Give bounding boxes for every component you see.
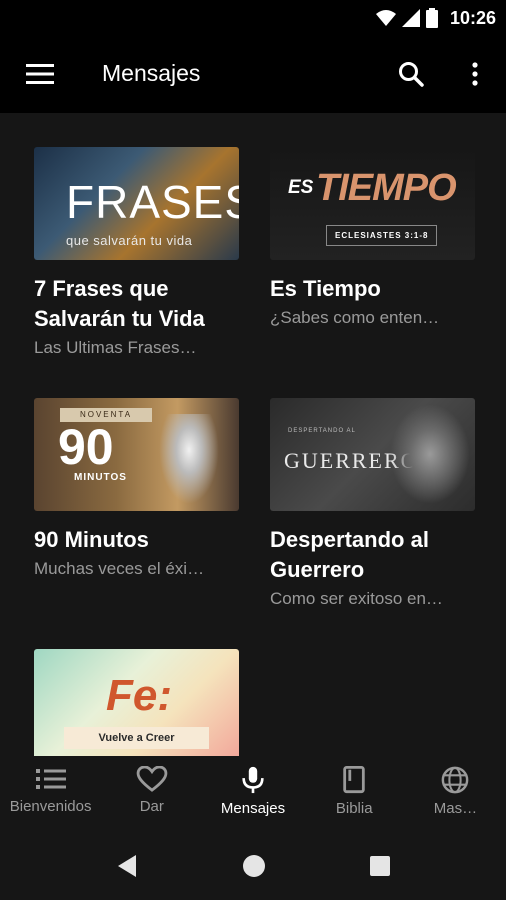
thumbnail-subtitle: Vuelve a Creer (64, 727, 209, 749)
message-card[interactable]: ES TIEMPO ECLESIASTES 3:1-8 Es Tiempo ¿S… (270, 147, 475, 330)
message-card[interactable]: FRASES que salvarán tu vida 7 Frases que… (34, 147, 239, 360)
message-title: Es Tiempo (270, 276, 381, 301)
message-card[interactable]: Fe: Vuelve a Creer (34, 649, 239, 756)
search-icon[interactable] (397, 60, 425, 88)
message-thumbnail: FRASES que salvarán tu vida (34, 147, 239, 260)
message-title: Despertando al Guerrero (270, 527, 429, 582)
message-thumbnail: Fe: Vuelve a Creer (34, 649, 239, 756)
home-icon[interactable] (242, 854, 266, 878)
message-thumbnail: DESPERTANDO AL GUERRERO (270, 398, 475, 511)
nav-label: Bienvenidos (9, 798, 92, 815)
signal-icon (401, 9, 420, 27)
message-title: 7 Frases que Salvarán tu Vida (34, 276, 205, 331)
nav-dar[interactable]: Dar (101, 756, 202, 828)
thumbnail-title: FRASES (66, 176, 239, 228)
nav-bienvenidos[interactable]: Bienvenidos (0, 756, 101, 828)
message-thumbnail: NOVENTA 90 MINUTOS (34, 398, 239, 511)
thumbnail-title: TIEMPO (316, 167, 457, 209)
book-icon (343, 766, 365, 794)
menu-icon[interactable] (26, 62, 54, 86)
system-navigation (0, 828, 506, 900)
thumbnail-subtitle: MINUTOS (74, 472, 127, 483)
nav-label: Dar (139, 798, 164, 815)
recents-icon[interactable] (369, 854, 391, 878)
message-subtitle: Como ser exitoso en… (270, 589, 443, 608)
clock: 10:26 (449, 7, 496, 28)
message-title: 90 Minutos (34, 527, 149, 552)
nav-biblia[interactable]: Biblia (304, 756, 405, 828)
nav-mas[interactable]: Mas… (405, 756, 506, 828)
microphone-icon (242, 766, 264, 794)
list-icon (35, 769, 66, 789)
soccer-player-image (159, 414, 219, 504)
message-thumbnail: ES TIEMPO ECLESIASTES 3:1-8 (270, 147, 475, 260)
message-card[interactable]: DESPERTANDO AL GUERRERO Despertando al G… (270, 398, 475, 611)
thumbnail-title: Fe: (106, 671, 172, 720)
message-card[interactable]: NOVENTA 90 MINUTOS 90 Minutos Muchas vec… (34, 398, 239, 581)
nav-label: Mas… (433, 800, 478, 817)
wifi-icon (375, 10, 396, 26)
globe-icon (442, 766, 469, 794)
message-subtitle: ¿Sabes como enten… (270, 308, 440, 327)
battery-icon (425, 8, 438, 28)
nav-label: Mensajes (220, 800, 286, 817)
nav-mensajes[interactable]: Mensajes (202, 756, 303, 828)
thumbnail-title: 90 (58, 419, 114, 475)
nav-label: Biblia (335, 800, 373, 817)
app-bar: Mensajes (0, 36, 506, 113)
thumbnail-subtitle: que salvarán tu vida (66, 233, 193, 248)
heart-icon (136, 766, 168, 792)
bottom-navigation: Bienvenidos Dar Mensajes Biblia Mas… (0, 756, 506, 828)
thumbnail-reference: ECLESIASTES 3:1-8 (326, 225, 438, 246)
messages-grid: FRASES que salvarán tu vida 7 Frases que… (0, 113, 506, 756)
page-title: Mensajes (102, 60, 201, 86)
message-subtitle: Muchas veces el éxi… (34, 559, 205, 578)
more-vert-icon[interactable] (468, 60, 482, 88)
status-bar: 10:26 (0, 0, 506, 36)
thumbnail-prefix: ES (288, 177, 314, 198)
thumbnail-prefix: DESPERTANDO AL (288, 428, 356, 434)
message-subtitle: Las Ultimas Frases… (34, 338, 197, 357)
knight-image (390, 404, 470, 504)
back-icon[interactable] (116, 854, 138, 878)
